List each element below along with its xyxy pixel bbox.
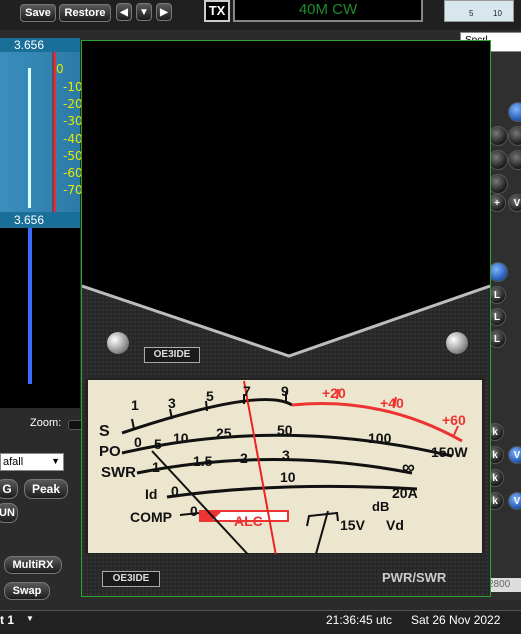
po-tick-label-150w: 150W	[431, 444, 468, 460]
signal-peak	[28, 68, 31, 208]
s-tick-label-p60: +60	[442, 412, 466, 428]
po-tick-label-5: 5	[154, 436, 162, 452]
mini-scale-label-1: 5	[469, 9, 474, 18]
swap-button[interactable]: Swap	[4, 582, 50, 600]
multirx-button[interactable]: MultiRX	[4, 556, 62, 574]
waterfall-signal-trace	[28, 228, 32, 384]
meter-window[interactable]: OE3IDE OE3IDE PWR/SWR S PO SWR Id COMP A…	[81, 40, 491, 597]
db-label-40: -40	[63, 132, 83, 146]
comp-tick-label-15v: 15V	[340, 517, 365, 533]
s-tick-label-3: 3	[168, 395, 176, 411]
meter-caption: PWR/SWR	[382, 570, 447, 585]
row-label-s: S	[99, 423, 110, 440]
swr-tick-label-1: 1	[152, 459, 160, 475]
swr-tick-label-3: 3	[282, 447, 290, 463]
mini-scale: 5 10	[444, 0, 514, 22]
g-button[interactable]: G	[0, 479, 18, 499]
tx-indicator[interactable]: TX	[204, 0, 230, 22]
right-round-button-2[interactable]	[488, 126, 508, 146]
tune-marker-dark	[52, 52, 54, 212]
down-arrow-button[interactable]: ▼	[136, 3, 152, 21]
display-mode-select[interactable]: afall ▼	[0, 453, 64, 471]
s-tick-label-p20: +20	[322, 385, 346, 401]
row-label-po: PO	[99, 443, 121, 460]
freq-label-bottom: 3.656	[14, 213, 45, 227]
status-left-chevron-icon[interactable]: ▼	[26, 614, 34, 623]
peak-button[interactable]: Peak	[24, 479, 68, 499]
db-label-50: -50	[63, 149, 83, 163]
status-left-label[interactable]: t 1	[0, 613, 14, 627]
swr-tick-label-2: 2	[240, 450, 248, 466]
s-tick-label-p40: +40	[380, 395, 404, 411]
s-tick-label-7: 7	[243, 383, 251, 399]
id-tick-label-0: 0	[171, 483, 179, 499]
po-tick-label-25: 25	[216, 425, 232, 441]
db-label-30: -30	[63, 114, 83, 128]
waterfall[interactable]	[0, 228, 80, 408]
id-tick-label-10: 10	[280, 469, 296, 485]
next-arrow-button[interactable]: ▶	[156, 3, 172, 21]
db-label-10: -10	[63, 80, 83, 94]
db-label-60: -60	[63, 166, 83, 180]
po-tick-label-0: 0	[134, 434, 142, 450]
right-spin-field[interactable]: 2800	[488, 578, 521, 592]
mini-scale-label-2: 10	[493, 9, 502, 18]
right-round-button-4[interactable]	[488, 150, 508, 170]
swr-tick-label-inf: ∞	[402, 457, 415, 477]
comp-tick-label-0: 0	[190, 503, 198, 519]
band-mode-display: 40M CW	[233, 0, 423, 22]
screw-left-icon	[107, 332, 129, 354]
row-label-db: dB	[372, 499, 390, 514]
brand-badge-bottom: OE3IDE	[102, 571, 160, 587]
right-v-button-2[interactable]: V	[508, 446, 521, 464]
restore-button[interactable]: Restore	[59, 4, 111, 22]
screw-right-icon	[446, 332, 468, 354]
row-label-comp: COMP	[130, 509, 172, 525]
freq-label-top: 3.656	[14, 38, 45, 52]
db-label-0: 0	[56, 62, 64, 76]
meter-face	[86, 378, 484, 555]
chevron-down-icon: ▼	[51, 456, 60, 466]
row-label-vd: Vd	[386, 517, 404, 533]
po-tick-label-10: 10	[173, 430, 189, 446]
date-display: Sat 26 Nov 2022	[411, 613, 501, 627]
prev-arrow-button[interactable]: ◀	[116, 3, 132, 21]
display-mode-value: afall	[3, 456, 24, 468]
s-tick-label-5: 5	[206, 388, 214, 404]
right-v-button-1[interactable]: V	[508, 194, 521, 212]
right-round-button-3[interactable]	[508, 126, 521, 146]
right-round-button-5[interactable]	[508, 150, 521, 170]
save-button[interactable]: Save	[20, 4, 56, 22]
swr-tick-label-1-5: 1.5	[193, 453, 213, 469]
row-label-id: Id	[145, 486, 158, 502]
db-label-20: -20	[63, 97, 83, 111]
utc-time: 21:36:45 utc	[326, 613, 393, 627]
s-tick-label-9: 9	[281, 383, 289, 399]
right-round-button-7[interactable]	[488, 262, 508, 282]
row-label-alc: ALC	[234, 513, 263, 529]
row-label-swr: SWR	[101, 464, 136, 481]
tun-button[interactable]: UN	[0, 503, 18, 523]
right-round-button-6[interactable]	[488, 174, 508, 194]
s-tick-label-1: 1	[131, 397, 139, 413]
tune-marker-red	[54, 52, 56, 212]
right-round-button-1[interactable]	[508, 102, 521, 122]
right-v-button-3[interactable]: V	[508, 492, 521, 510]
po-tick-label-100: 100	[368, 430, 392, 446]
id-tick-label-20a: 20A	[392, 485, 418, 501]
po-tick-label-50: 50	[277, 422, 293, 438]
zoom-label: Zoom:	[30, 417, 62, 429]
db-label-70: -70	[63, 183, 83, 197]
brand-badge-top: OE3IDE	[144, 347, 200, 363]
